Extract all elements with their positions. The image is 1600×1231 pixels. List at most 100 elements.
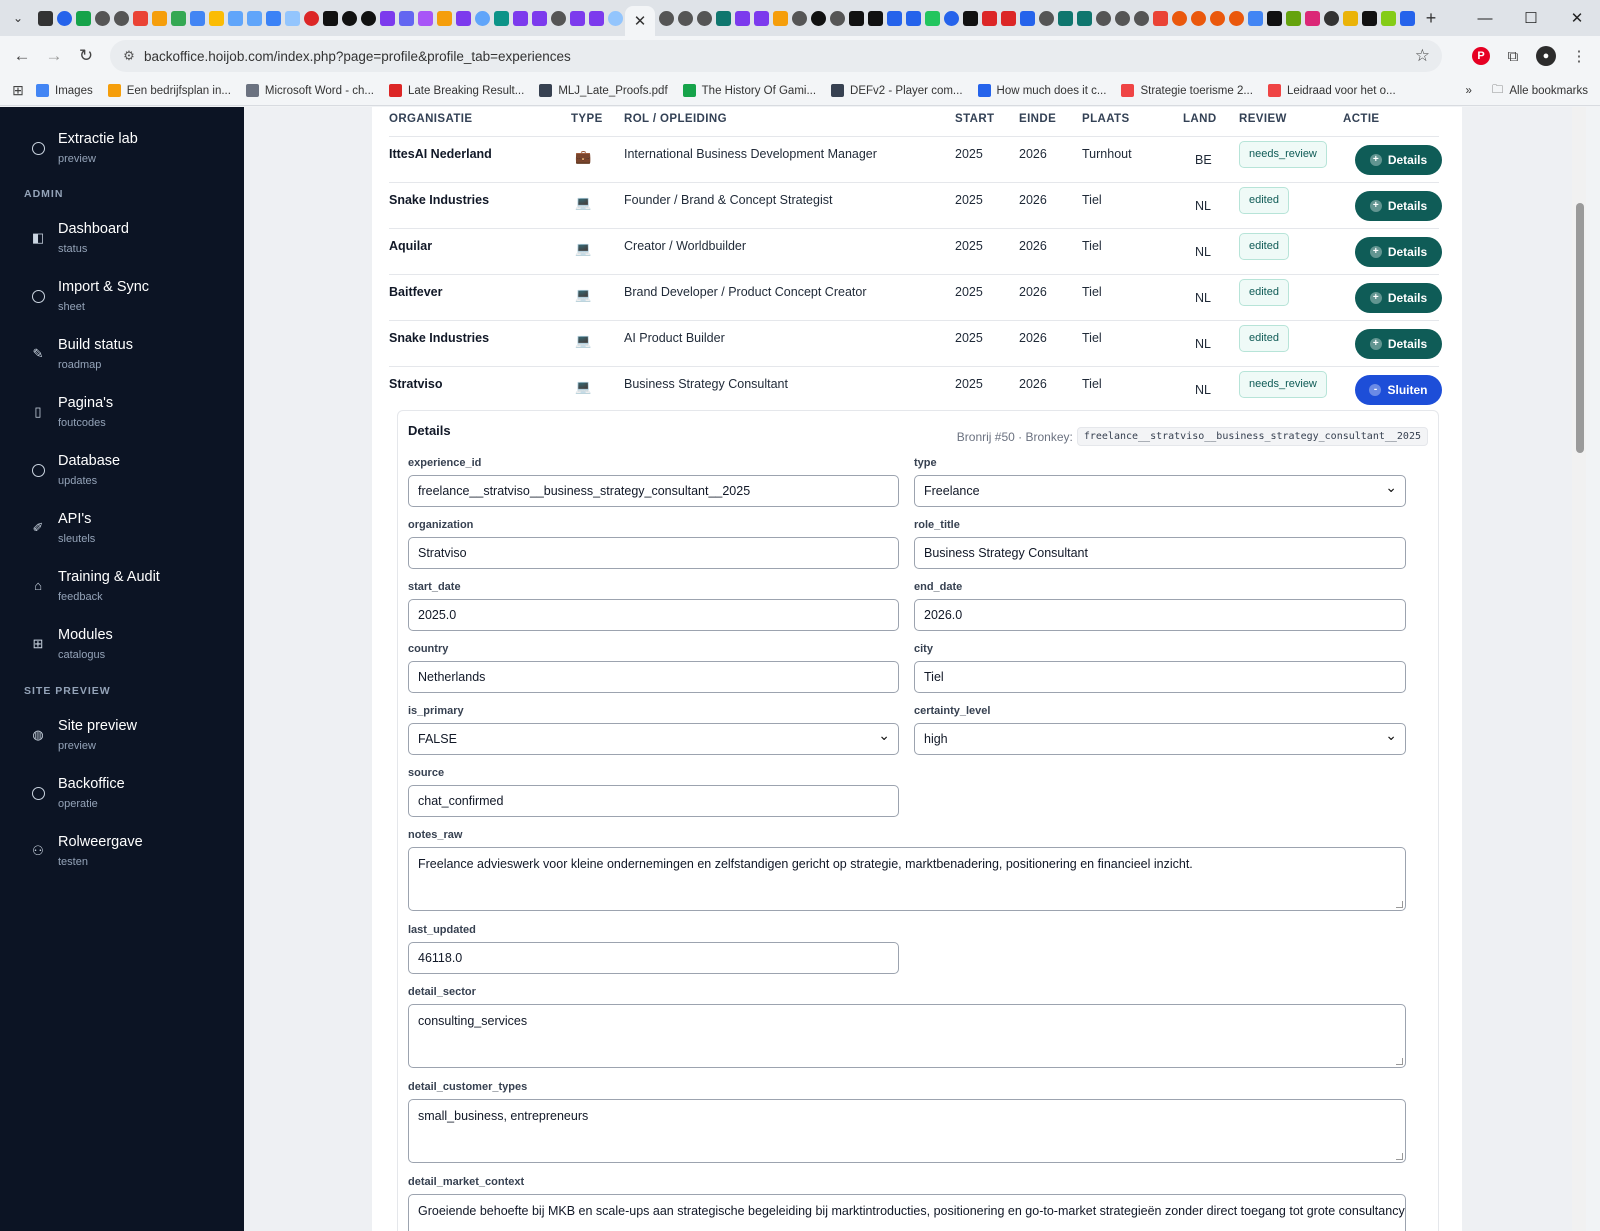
tab-favicon[interactable] <box>1153 10 1168 26</box>
experience-id-input[interactable]: freelance__stratviso__business_strategy_… <box>408 475 899 507</box>
tab-favicon[interactable] <box>361 10 376 26</box>
tab-favicon[interactable] <box>1058 10 1073 26</box>
tab-favicon[interactable] <box>1305 10 1320 26</box>
tab-favicon[interactable] <box>925 10 940 26</box>
tab-favicon[interactable] <box>380 10 395 26</box>
role-title-input[interactable]: Business Strategy Consultant <box>914 537 1406 569</box>
tab-favicon[interactable] <box>228 10 243 26</box>
sidebar-item-paginas[interactable]: ▯ Pagina's foutcodes <box>0 389 244 439</box>
bookmark[interactable]: MLJ_Late_Proofs.pdf <box>539 84 668 97</box>
tab-favicon[interactable] <box>963 10 978 26</box>
back-arrow-icon[interactable]: ← <box>6 40 38 72</box>
sidebar-item-rolweergave[interactable]: ⚇ Rolweergave testen <box>0 828 244 878</box>
bookmark[interactable]: Late Breaking Result... <box>388 84 524 97</box>
sidebar-item-import-sync[interactable]: Import & Sync sheet <box>0 273 244 323</box>
tab-favicon[interactable] <box>342 10 357 26</box>
tab-favicon[interactable] <box>887 10 902 26</box>
sidebar-item-modules[interactable]: ⊞ Modules catalogus <box>0 621 244 671</box>
tab-favicon[interactable] <box>456 10 471 26</box>
tab-favicon[interactable] <box>868 10 883 26</box>
scrollbar-thumb[interactable] <box>1576 203 1584 453</box>
tab-favicon[interactable] <box>437 10 452 26</box>
tab-favicon[interactable] <box>532 10 547 26</box>
tab-favicon[interactable] <box>697 10 712 26</box>
tab-favicon[interactable] <box>494 10 509 26</box>
tab-favicon[interactable] <box>285 10 300 26</box>
details-button[interactable]: + Details <box>1355 329 1442 359</box>
tab-favicon[interactable] <box>1001 10 1016 26</box>
pinterest-icon[interactable]: P <box>1472 47 1490 65</box>
address-bar[interactable]: ⚙ backoffice.hoijob.com/index.php?page=p… <box>110 40 1442 72</box>
tab-favicon[interactable] <box>475 10 490 26</box>
tab-favicon[interactable] <box>1172 10 1187 26</box>
tab-favicon[interactable] <box>513 10 528 26</box>
tab-favicon[interactable] <box>1096 10 1111 26</box>
details-button[interactable]: + Details <box>1355 145 1442 175</box>
details-button[interactable]: + Details <box>1355 191 1442 221</box>
tab-favicon[interactable] <box>1039 10 1054 26</box>
site-info-icon[interactable]: ⚙ <box>114 48 144 64</box>
tab-favicon[interactable] <box>659 10 674 26</box>
tab-favicon[interactable] <box>1210 10 1225 26</box>
tab-favicon[interactable] <box>95 10 110 26</box>
is-primary-select[interactable]: FALSE <box>408 723 899 755</box>
tab-favicon[interactable] <box>1286 10 1301 26</box>
type-select[interactable]: Freelance <box>914 475 1406 507</box>
sidebar-item-backoffice[interactable]: Backoffice operatie <box>0 770 244 820</box>
forward-arrow-icon[interactable]: → <box>38 40 70 72</box>
sidebar-item-site-preview[interactable]: ◍ Site preview preview <box>0 712 244 762</box>
city-input[interactable]: Tiel <box>914 661 1406 693</box>
tab-favicon[interactable] <box>152 10 167 26</box>
close-details-button[interactable]: - Sluiten <box>1355 375 1442 405</box>
active-tab-close-icon[interactable]: ✕ <box>625 6 655 36</box>
detail-customer-types-textarea[interactable]: small_business, entrepreneurs <box>408 1099 1406 1163</box>
browser-menu-icon[interactable]: ⋮ <box>1566 43 1592 69</box>
sidebar-item-training-audit[interactable]: ⌂ Training & Audit feedback <box>0 563 244 613</box>
bookmark-star-icon[interactable]: ☆ <box>1415 46 1430 66</box>
bookmark[interactable]: Microsoft Word - ch... <box>245 84 374 97</box>
reload-icon[interactable]: ↻ <box>70 40 102 72</box>
new-tab-button[interactable]: + <box>1417 8 1445 29</box>
tab-favicon[interactable] <box>1381 10 1396 26</box>
details-button[interactable]: + Details <box>1355 237 1442 267</box>
source-input[interactable]: chat_confirmed <box>408 785 899 817</box>
tab-favicon[interactable] <box>190 10 205 26</box>
tab-favicon[interactable] <box>773 10 788 26</box>
tab-favicon[interactable] <box>982 10 997 26</box>
extensions-puzzle-icon[interactable]: ⧉ <box>1500 43 1526 69</box>
details-button[interactable]: + Details <box>1355 283 1442 313</box>
tab-favicon[interactable] <box>906 10 921 26</box>
close-window-icon[interactable]: ✕ <box>1554 0 1600 36</box>
tab-favicon[interactable] <box>1400 10 1415 26</box>
page-scrollbar[interactable] <box>1572 107 1586 1231</box>
certainty-level-select[interactable]: high <box>914 723 1406 755</box>
country-input[interactable]: Netherlands <box>408 661 899 693</box>
tab-favicon[interactable] <box>247 10 262 26</box>
tab-favicon[interactable] <box>716 10 731 26</box>
tab-favicon[interactable] <box>944 10 959 26</box>
tab-favicon[interactable] <box>1267 10 1282 26</box>
tab-favicon[interactable] <box>570 10 585 26</box>
tab-favicon[interactable] <box>76 10 91 26</box>
tab-favicon[interactable] <box>1077 10 1092 26</box>
tab-favicon[interactable] <box>1115 10 1130 26</box>
tab-favicon[interactable] <box>1324 10 1339 26</box>
tab-favicon[interactable] <box>1229 10 1244 26</box>
bookmark[interactable]: Een bedrijfsplan in... <box>107 84 231 97</box>
tab-favicon[interactable] <box>399 10 414 26</box>
tab-favicon[interactable] <box>849 10 864 26</box>
tab-favicon[interactable] <box>830 10 845 26</box>
sidebar-item-build-status[interactable]: ✎ Build status roadmap <box>0 331 244 381</box>
detail-sector-textarea[interactable]: consulting_services <box>408 1004 1406 1068</box>
tab-favicon[interactable] <box>678 10 693 26</box>
tab-favicon[interactable] <box>171 10 186 26</box>
maximize-icon[interactable]: ☐ <box>1508 0 1554 36</box>
minimize-icon[interactable]: — <box>1462 0 1508 36</box>
tab-favicon[interactable] <box>589 10 604 26</box>
bookmark[interactable]: Images <box>36 84 93 97</box>
tab-favicon[interactable] <box>1134 10 1149 26</box>
tab-favicon[interactable] <box>1020 10 1035 26</box>
detail-market-context-textarea[interactable]: Groeiende behoefte bij MKB en scale-ups … <box>408 1194 1406 1231</box>
tab-favicon[interactable] <box>608 10 623 26</box>
tab-favicon[interactable] <box>1191 10 1206 26</box>
